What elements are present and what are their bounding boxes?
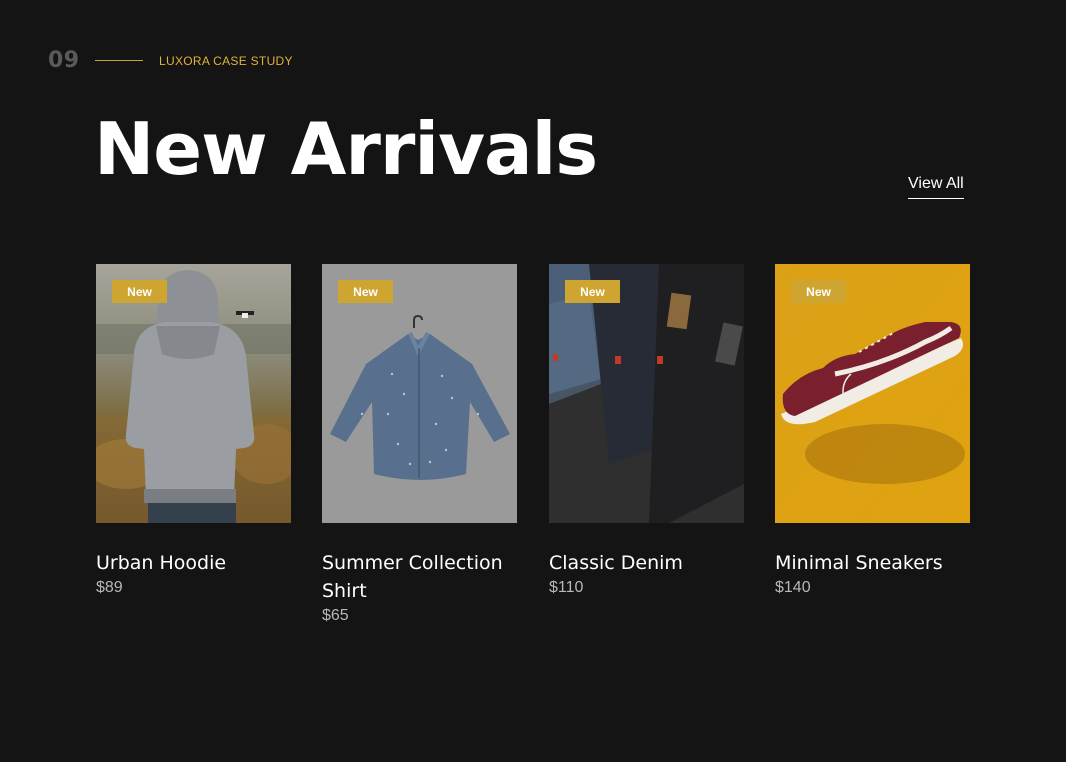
new-badge: New xyxy=(112,280,167,303)
section-number: 09 xyxy=(48,48,80,73)
product-image-hoodie[interactable]: New xyxy=(96,264,291,523)
product-card[interactable]: New Urban Hoodie $89 xyxy=(96,264,291,597)
page-title: New Arrivals xyxy=(94,107,598,191)
product-image-shirt[interactable]: New xyxy=(322,264,517,523)
product-name[interactable]: Minimal Sneakers xyxy=(775,549,970,577)
product-price: $65 xyxy=(322,607,349,624)
product-price: $110 xyxy=(549,579,584,596)
product-card[interactable]: New Classic Denim $110 xyxy=(549,264,744,597)
new-badge: New xyxy=(791,280,846,303)
product-price: $140 xyxy=(775,579,811,596)
product-image-sneakers[interactable]: New xyxy=(775,264,970,523)
product-name[interactable]: Classic Denim xyxy=(549,549,744,577)
new-badge: New xyxy=(565,280,620,303)
section-kicker: LUXORA CASE STUDY xyxy=(159,53,293,68)
product-image-denim[interactable]: New xyxy=(549,264,744,523)
new-badge: New xyxy=(338,280,393,303)
product-card[interactable]: New Minimal Sneakers $140 xyxy=(775,264,970,597)
case-study-slide: 09 LUXORA CASE STUDY New Arrivals View A… xyxy=(0,0,1066,762)
eyebrow-divider xyxy=(95,60,143,61)
product-name[interactable]: Urban Hoodie xyxy=(96,549,291,577)
product-card[interactable]: New Summer Collection Shirt $65 xyxy=(322,264,517,625)
section-eyebrow: 09 LUXORA CASE STUDY xyxy=(48,48,293,73)
product-price: $89 xyxy=(96,579,123,596)
product-name[interactable]: Summer Collection Shirt xyxy=(322,549,517,605)
view-all-link[interactable]: View All xyxy=(908,175,964,199)
